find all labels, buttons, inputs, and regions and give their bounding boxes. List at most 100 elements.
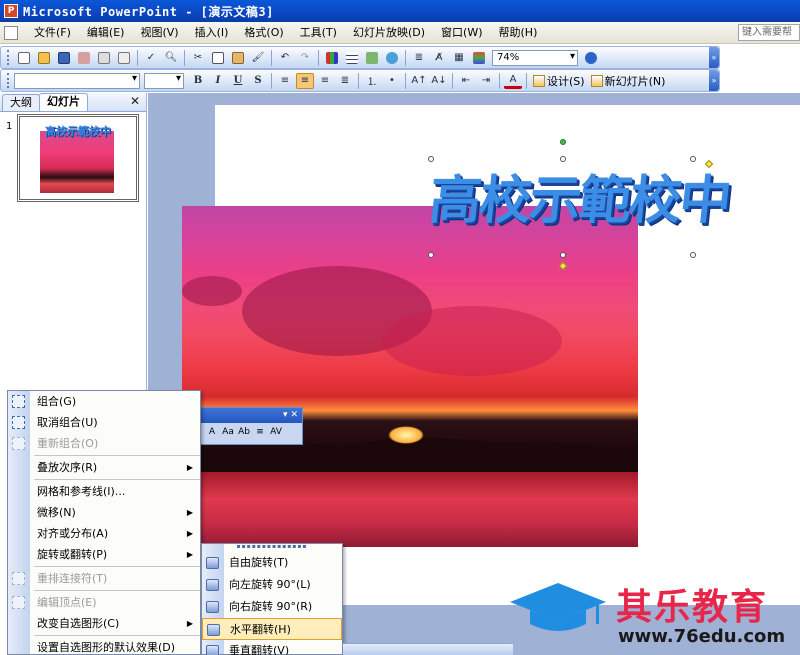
menu-insert[interactable]: 插入(I) xyxy=(187,23,237,43)
menu-separator xyxy=(34,566,200,567)
menu-item-regroup[interactable]: 重新组合(O) xyxy=(8,433,200,454)
distribute-icon[interactable]: ≣ xyxy=(336,73,354,89)
submenu-item-rotate-left[interactable]: 向左旋转 90°(L) xyxy=(202,574,342,596)
menu-item-group[interactable]: 组合(G) xyxy=(8,391,200,412)
wordart-same-height-icon[interactable]: Aa xyxy=(221,427,235,441)
toolbar-grip[interactable] xyxy=(7,73,10,88)
toolbar-options-chevron[interactable]: » xyxy=(709,47,719,68)
menu-view[interactable]: 视图(V) xyxy=(132,23,186,43)
align-right-icon[interactable]: ≡ xyxy=(316,73,334,89)
print-icon[interactable] xyxy=(95,50,113,66)
new-file-icon[interactable] xyxy=(15,50,33,66)
undo-icon[interactable]: ↶ xyxy=(276,50,294,66)
wordart-vertical-icon[interactable]: Ab xyxy=(237,427,251,441)
toolbar-menu-icon[interactable]: ▾ xyxy=(283,410,288,420)
menu-item-ungroup[interactable]: 取消组合(U) xyxy=(8,412,200,433)
copy-icon[interactable] xyxy=(209,50,227,66)
insert-picture-icon[interactable] xyxy=(363,50,381,66)
menu-edit[interactable]: 编辑(E) xyxy=(79,23,133,43)
slide-thumbnail[interactable]: 高校示範校中 xyxy=(17,114,139,202)
menu-item-set-default[interactable]: 设置自选图形的默认效果(D) xyxy=(8,637,200,655)
document-icon[interactable] xyxy=(4,25,18,40)
show-formatting-icon[interactable]: A̸ xyxy=(430,50,448,66)
italic-icon[interactable]: I xyxy=(209,73,227,89)
zoom-select[interactable]: 74% xyxy=(492,49,578,66)
toolbar-separator xyxy=(137,49,138,66)
redo-icon[interactable]: ↷ xyxy=(296,50,314,66)
increase-font-icon[interactable]: A↑ xyxy=(410,73,428,89)
font-color-icon[interactable]: A xyxy=(504,73,522,89)
permission-icon[interactable] xyxy=(75,50,93,66)
submenu-item-flip-vertical[interactable]: 垂直翻转(V) xyxy=(202,640,342,655)
submenu-item-rotate-right[interactable]: 向右旋转 90°(R) xyxy=(202,596,342,618)
toolbar-options-chevron[interactable]: » xyxy=(709,70,719,91)
wordart-shape-icon[interactable]: A xyxy=(205,427,219,441)
menu-file[interactable]: 文件(F) xyxy=(26,23,79,43)
color-grayscale-icon[interactable] xyxy=(470,50,488,66)
design-button[interactable]: 设计(S) xyxy=(530,73,588,89)
resize-handle-s[interactable] xyxy=(560,252,566,258)
menu-item-grid-guides[interactable]: 网格和参考线(I)... xyxy=(8,481,200,502)
shadow-icon[interactable]: S xyxy=(249,73,267,89)
insert-chart-icon[interactable] xyxy=(323,50,341,66)
resize-handle-nw[interactable] xyxy=(428,156,434,162)
menu-window[interactable]: 窗口(W) xyxy=(433,23,490,43)
menu-item-rotate-flip[interactable]: 旋转或翻转(P) ▶ xyxy=(8,544,200,565)
font-name-select[interactable] xyxy=(14,72,140,89)
expand-all-icon[interactable]: ≣ xyxy=(410,50,428,66)
grid-icon[interactable]: ▦ xyxy=(450,50,468,66)
underline-icon[interactable]: U xyxy=(229,73,247,89)
print-preview-icon[interactable] xyxy=(115,50,133,66)
menu-item-align-distribute[interactable]: 对齐或分布(A) ▶ xyxy=(8,523,200,544)
spelling-icon[interactable]: ✓ xyxy=(142,50,160,66)
wordart-alignment-icon[interactable]: ≡ xyxy=(253,427,267,441)
submenu-drag-handle[interactable]: ▪▪▪▪▪▪▪▪▪▪▪▪▪▪ xyxy=(202,544,342,552)
menu-item-reroute-connectors[interactable]: 重排连接符(T) xyxy=(8,568,200,589)
toolbar-grip[interactable] xyxy=(7,50,10,65)
help-search-input[interactable]: 键入需要帮 xyxy=(738,24,800,41)
paste-icon[interactable] xyxy=(229,50,247,66)
menu-help[interactable]: 帮助(H) xyxy=(491,23,546,43)
bold-icon[interactable]: B xyxy=(189,73,207,89)
menu-tools[interactable]: 工具(T) xyxy=(292,23,345,43)
rotate-right-icon xyxy=(206,601,219,613)
menu-slideshow[interactable]: 幻灯片放映(D) xyxy=(345,23,433,43)
powerpoint-app-icon[interactable]: P xyxy=(4,4,18,18)
menu-item-nudge[interactable]: 微移(N) ▶ xyxy=(8,502,200,523)
submenu-item-free-rotate[interactable]: 自由旋转(T) xyxy=(202,552,342,574)
submenu-item-flip-horizontal[interactable]: 水平翻转(H) xyxy=(202,618,342,640)
rotate-handle[interactable] xyxy=(560,139,566,145)
menu-format[interactable]: 格式(O) xyxy=(236,23,291,43)
numbering-icon[interactable]: ⒈ xyxy=(363,73,381,89)
tab-outline[interactable]: 大纲 xyxy=(2,94,40,111)
tab-slides[interactable]: 幻灯片 xyxy=(39,93,88,111)
align-left-icon[interactable]: ≡ xyxy=(276,73,294,89)
align-center-icon[interactable]: ≡ xyxy=(296,72,314,89)
format-painter-icon[interactable]: 🖌︎ xyxy=(249,50,267,66)
close-icon[interactable]: ✕ xyxy=(290,410,298,420)
cut-icon[interactable]: ✂ xyxy=(189,50,207,66)
resize-handle-sw[interactable] xyxy=(428,252,434,258)
insert-table-icon[interactable] xyxy=(343,50,361,66)
menu-item-edit-points[interactable]: 编辑顶点(E) xyxy=(8,592,200,613)
font-size-select[interactable] xyxy=(144,72,184,89)
increase-indent-icon[interactable]: ⇥ xyxy=(477,73,495,89)
close-panel-icon[interactable]: ✕ xyxy=(130,94,140,108)
new-slide-button[interactable]: 新幻灯片(N) xyxy=(588,73,669,89)
menu-item-order[interactable]: 叠放次序(R) ▶ xyxy=(8,457,200,478)
open-folder-icon[interactable] xyxy=(35,50,53,66)
sunset-picture[interactable] xyxy=(182,206,638,547)
menu-item-change-autoshape[interactable]: 改变自选图形(C) ▶ xyxy=(8,613,200,634)
wordart-spacing-icon[interactable]: AV xyxy=(269,427,283,441)
research-icon[interactable]: 🔍︎ xyxy=(162,50,180,66)
decrease-font-icon[interactable]: A↓ xyxy=(430,73,448,89)
insert-hyperlink-icon[interactable] xyxy=(383,50,401,66)
bullets-icon[interactable]: • xyxy=(383,73,401,89)
decrease-indent-icon[interactable]: ⇤ xyxy=(457,73,475,89)
save-icon[interactable] xyxy=(55,50,73,66)
resize-handle-ne[interactable] xyxy=(690,156,696,162)
resize-handle-se[interactable] xyxy=(690,252,696,258)
help-icon[interactable] xyxy=(582,50,600,66)
wordart-title[interactable]: 高校示範校中 xyxy=(426,158,734,233)
resize-handle-n[interactable] xyxy=(560,156,566,162)
